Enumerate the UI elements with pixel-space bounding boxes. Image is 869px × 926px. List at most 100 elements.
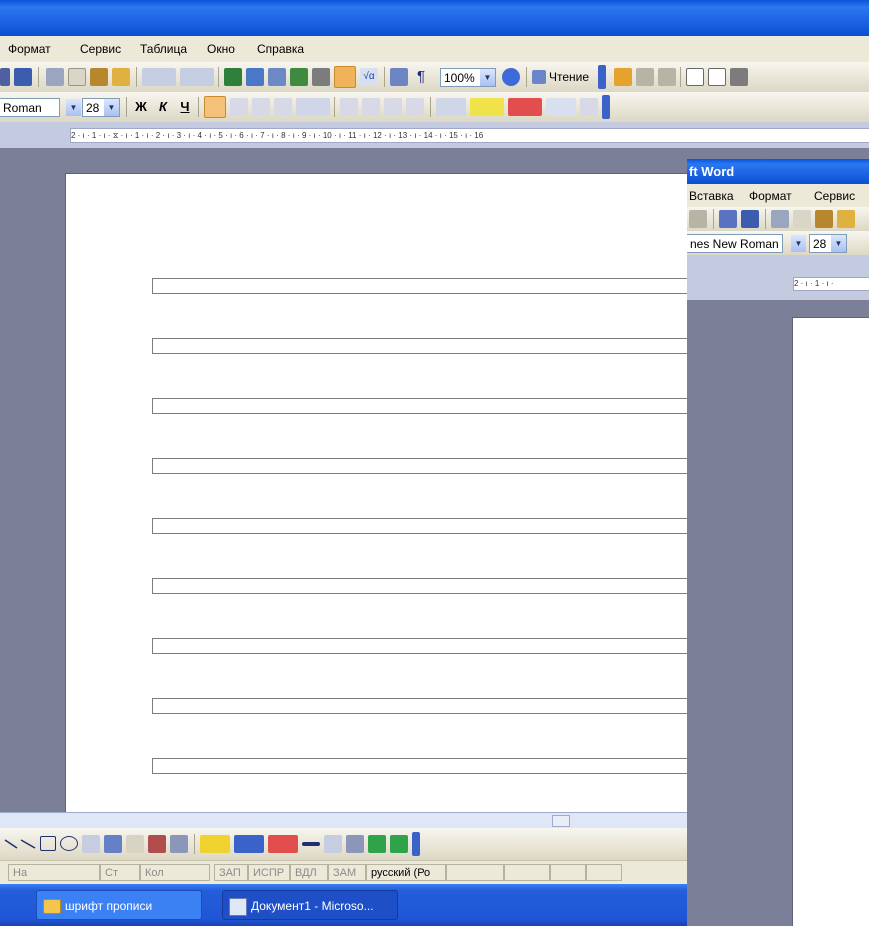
- line-icon[interactable]: [4, 835, 18, 853]
- bullets-icon[interactable]: [362, 98, 380, 116]
- format-painter-icon[interactable]: [112, 68, 130, 86]
- second-window-title[interactable]: ft Word: [687, 159, 869, 184]
- research-icon[interactable]: [14, 68, 32, 86]
- decrease-indent-icon[interactable]: [384, 98, 402, 116]
- toolbar-options-icon[interactable]: [598, 65, 606, 89]
- status-ext[interactable]: ВДЛ: [290, 864, 328, 881]
- numbering-icon[interactable]: [340, 98, 358, 116]
- picture-icon[interactable]: [170, 835, 188, 853]
- status-trk[interactable]: ИСПР: [248, 864, 290, 881]
- redo-icon[interactable]: [180, 68, 214, 86]
- menu-format[interactable]: Формат: [8, 42, 51, 56]
- align-center-icon[interactable]: [230, 98, 248, 116]
- equation-icon[interactable]: [546, 98, 576, 116]
- font-name-combo[interactable]: nes New Roman: [687, 234, 783, 253]
- paste-icon[interactable]: [90, 68, 108, 86]
- italic-button[interactable]: К: [154, 98, 172, 116]
- toolbar-options-icon[interactable]: [602, 95, 610, 119]
- shadow-icon[interactable]: [368, 835, 386, 853]
- copy-icon[interactable]: [68, 68, 86, 86]
- tables-borders-icon[interactable]: [246, 68, 264, 86]
- oval-icon[interactable]: [60, 836, 78, 851]
- insert-excel-icon[interactable]: [290, 68, 308, 86]
- cut-icon[interactable]: [46, 68, 64, 86]
- align-left-icon[interactable]: [204, 96, 226, 118]
- font-size-combo[interactable]: 28 ▼: [82, 98, 120, 117]
- clipart-icon[interactable]: [148, 835, 166, 853]
- paragraph-icon[interactable]: ¶: [412, 68, 430, 86]
- chevron-down-icon[interactable]: ▼: [791, 235, 806, 252]
- underline-button[interactable]: Ч: [176, 98, 194, 116]
- properties-icon[interactable]: [636, 68, 654, 86]
- justify-icon[interactable]: [274, 98, 292, 116]
- toolbar-options-icon[interactable]: [412, 832, 420, 856]
- copy-icon[interactable]: [793, 210, 811, 228]
- checkbox-icon[interactable]: [686, 68, 704, 86]
- scroll-thumb[interactable]: [552, 815, 570, 827]
- line-color-icon[interactable]: [234, 835, 264, 853]
- font-color-icon[interactable]: [268, 835, 298, 853]
- 3d-icon[interactable]: [390, 835, 408, 853]
- status-column: Кол: [140, 864, 210, 881]
- format-painter-icon[interactable]: [837, 210, 855, 228]
- wordart-icon[interactable]: [104, 835, 122, 853]
- dash-style-icon[interactable]: [324, 835, 342, 853]
- insert-table-icon[interactable]: [268, 68, 286, 86]
- menu-help[interactable]: Справка: [257, 42, 304, 56]
- status-rec[interactable]: ЗАП: [214, 864, 248, 881]
- highlight-icon[interactable]: [470, 98, 504, 116]
- chevron-down-icon[interactable]: ▼: [104, 99, 119, 116]
- spelling-icon[interactable]: [719, 210, 737, 228]
- undo-icon[interactable]: [142, 68, 176, 86]
- align-right-icon[interactable]: [252, 98, 270, 116]
- line-spacing-icon[interactable]: [296, 98, 330, 116]
- rectangle-icon[interactable]: [40, 836, 56, 851]
- chevron-down-icon[interactable]: ▼: [831, 235, 846, 252]
- chevron-down-icon[interactable]: ▼: [66, 99, 81, 116]
- equation-icon[interactable]: √α: [360, 68, 378, 86]
- font-name-combo[interactable]: Roman: [0, 98, 60, 117]
- print-preview-icon[interactable]: [689, 210, 707, 228]
- hyperlink-icon[interactable]: [224, 68, 242, 86]
- menu-insert[interactable]: Вставка: [689, 189, 734, 203]
- increase-indent-icon[interactable]: [406, 98, 424, 116]
- font-size-combo[interactable]: 28 ▼: [809, 234, 847, 253]
- columns-icon[interactable]: [312, 68, 330, 86]
- edit-icon[interactable]: [614, 68, 632, 86]
- arrow-icon[interactable]: [20, 835, 38, 853]
- spelling-icon[interactable]: [0, 68, 10, 86]
- status-ovr[interactable]: ЗАМ: [328, 864, 366, 881]
- chevron-down-icon[interactable]: ▼: [480, 69, 495, 86]
- ruler-scale[interactable]: 2 · ı · 1 · ı · ⧖ · ı · 1 · ı · 2 · ı · …: [70, 128, 869, 143]
- line-style-icon[interactable]: [302, 842, 320, 846]
- menu-table[interactable]: Таблица: [140, 42, 187, 56]
- main-title-bar[interactable]: [0, 0, 869, 36]
- arrow-style-icon[interactable]: [346, 835, 364, 853]
- textbox-icon[interactable]: [82, 835, 100, 853]
- fill-color-icon[interactable]: [200, 835, 230, 853]
- bold-button[interactable]: Ж: [132, 98, 150, 116]
- borders-icon[interactable]: [436, 98, 466, 116]
- document-map-icon[interactable]: [390, 68, 408, 86]
- form-icon[interactable]: [658, 68, 676, 86]
- menu-service[interactable]: Сервис: [80, 42, 121, 56]
- superscript-icon[interactable]: [580, 98, 598, 116]
- taskbar-item-word[interactable]: Документ1 - Microso...: [222, 890, 398, 920]
- ruler-scale[interactable]: 2 · ı · 1 · ı ·: [793, 277, 869, 291]
- zoom-combo[interactable]: 100% ▼: [440, 68, 496, 87]
- drawing-icon[interactable]: [334, 66, 356, 88]
- menu-service[interactable]: Сервис: [814, 189, 855, 203]
- menu-window[interactable]: Окно: [207, 42, 235, 56]
- combobox-icon[interactable]: [730, 68, 748, 86]
- diagram-icon[interactable]: [126, 835, 144, 853]
- text-field-icon[interactable]: [708, 68, 726, 86]
- cut-icon[interactable]: [771, 210, 789, 228]
- second-window-document-page[interactable]: [792, 317, 869, 926]
- font-color-icon[interactable]: [508, 98, 542, 116]
- taskbar-item-folder[interactable]: шрифт прописи: [36, 890, 202, 920]
- reading-button[interactable]: Чтение: [549, 70, 589, 84]
- help-icon[interactable]: [502, 68, 520, 86]
- paste-icon[interactable]: [815, 210, 833, 228]
- research-icon[interactable]: [741, 210, 759, 228]
- menu-format[interactable]: Формат: [749, 189, 792, 203]
